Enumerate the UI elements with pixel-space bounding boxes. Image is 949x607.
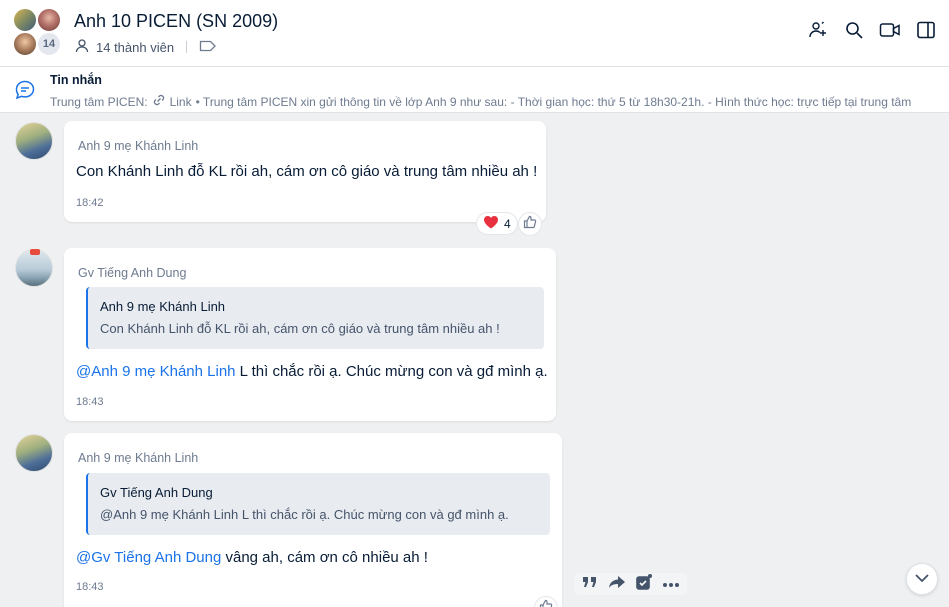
forward-button[interactable] (607, 574, 627, 594)
reaction-summary[interactable]: 4 (476, 212, 518, 235)
quote-sender: Gv Tiếng Anh Dung (100, 485, 213, 500)
quoted-message[interactable]: Anh 9 mẹ Khánh Linh Con Khánh Linh đỗ KL… (86, 287, 544, 349)
video-camera-icon (879, 21, 901, 44)
search-icon (844, 20, 864, 45)
pinned-link-label: Link (169, 94, 192, 109)
member-avatar (13, 32, 37, 56)
divider (186, 41, 188, 53)
create-task-button[interactable] (634, 573, 654, 596)
forward-icon (608, 575, 626, 594)
message-text: @Anh 9 mẹ Khánh Linh L thì chắc rồi ạ. C… (76, 363, 548, 380)
link-icon (152, 94, 166, 109)
member-avatar (37, 8, 61, 32)
mention-link[interactable]: @Gv Tiếng Anh Dung (76, 549, 221, 566)
message-bubble[interactable]: Gv Tiếng Anh Dung Anh 9 mẹ Khánh Linh Co… (64, 248, 556, 421)
add-user-icon (808, 20, 828, 45)
task-check-icon (635, 573, 653, 596)
message-body: vâng ah, cám ơn cô nhiều ah ! (221, 549, 428, 566)
avatar[interactable] (15, 122, 53, 160)
group-title[interactable]: Anh 10 PICEN (SN 2009) (74, 11, 278, 32)
members-label: 14 thành viên (96, 39, 175, 55)
pinned-preview-text: • Trung tâm PICEN xin gửi thông tin về l… (195, 94, 912, 109)
thumbs-up-icon (523, 215, 537, 234)
quote-sender: Anh 9 mẹ Khánh Linh (100, 299, 226, 314)
toggle-sidebar-button[interactable] (915, 20, 937, 44)
avatar[interactable] (15, 434, 53, 472)
reaction-count: 4 (504, 216, 511, 231)
add-member-button[interactable] (807, 20, 829, 44)
message-body: L thì chắc rồi ạ. Chúc mừng con và gđ mì… (235, 363, 548, 380)
video-call-button[interactable] (879, 20, 901, 44)
tag-icon[interactable] (199, 39, 217, 56)
message-text: Con Khánh Linh đỗ KL rồi ah, cám ơn cô g… (76, 163, 538, 180)
user-icon (74, 38, 90, 57)
message-time: 18:42 (76, 197, 104, 209)
pinned-title: Tin nhắn (50, 73, 102, 87)
quote-text: @Anh 9 mẹ Khánh Linh L thì chắc rồi ạ. C… (100, 507, 509, 522)
quoted-message[interactable]: Gv Tiếng Anh Dung @Anh 9 mẹ Khánh Linh L… (86, 473, 550, 535)
message-time: 18:43 (76, 396, 104, 408)
member-info[interactable]: 14 thành viên (74, 38, 217, 56)
chevron-down-icon (914, 570, 930, 588)
react-button[interactable] (518, 212, 542, 236)
message-bubble-icon (14, 79, 36, 101)
header-actions (807, 20, 937, 44)
chat-header: 14 Anh 10 PICEN (SN 2009) 14 thành viên (0, 0, 949, 67)
scroll-to-bottom-button[interactable] (906, 563, 938, 595)
message-sender: Gv Tiếng Anh Dung (78, 266, 187, 280)
message-bubble[interactable]: Anh 9 mẹ Khánh Linh Gv Tiếng Anh Dung @A… (64, 433, 562, 607)
more-options-button[interactable] (661, 574, 681, 594)
member-count-badge: 14 (37, 32, 61, 56)
message-actions (574, 573, 687, 595)
quote-text: Con Khánh Linh đỗ KL rồi ah, cám ơn cô g… (100, 321, 500, 336)
message-bubble[interactable]: Anh 9 mẹ Khánh Linh Con Khánh Linh đỗ KL… (64, 121, 546, 222)
pinned-message-bar[interactable]: Tin nhắn Trung tâm PICEN: Link • Trung t… (0, 67, 949, 113)
search-button[interactable] (843, 20, 865, 44)
pinned-sender: Trung tâm PICEN: (50, 94, 148, 109)
sidebar-icon (916, 20, 936, 45)
quote-button[interactable] (580, 574, 600, 594)
more-horizontal-icon (662, 575, 680, 593)
pinned-preview: Trung tâm PICEN: Link • Trung tâm PICEN … (50, 94, 930, 109)
group-avatar[interactable]: 14 (13, 8, 65, 58)
message-time: 18:43 (76, 581, 104, 593)
quote-icon (582, 575, 598, 594)
thumbs-up-icon (539, 599, 553, 607)
message-sender: Anh 9 mẹ Khánh Linh (78, 451, 199, 465)
mention-link[interactable]: @Anh 9 mẹ Khánh Linh (76, 363, 236, 380)
heart-icon (483, 215, 499, 232)
message-text: @Gv Tiếng Anh Dung vâng ah, cám ơn cô nh… (76, 549, 428, 566)
status-badge (30, 249, 40, 255)
member-avatar (13, 8, 37, 32)
message-sender: Anh 9 mẹ Khánh Linh (78, 139, 199, 153)
